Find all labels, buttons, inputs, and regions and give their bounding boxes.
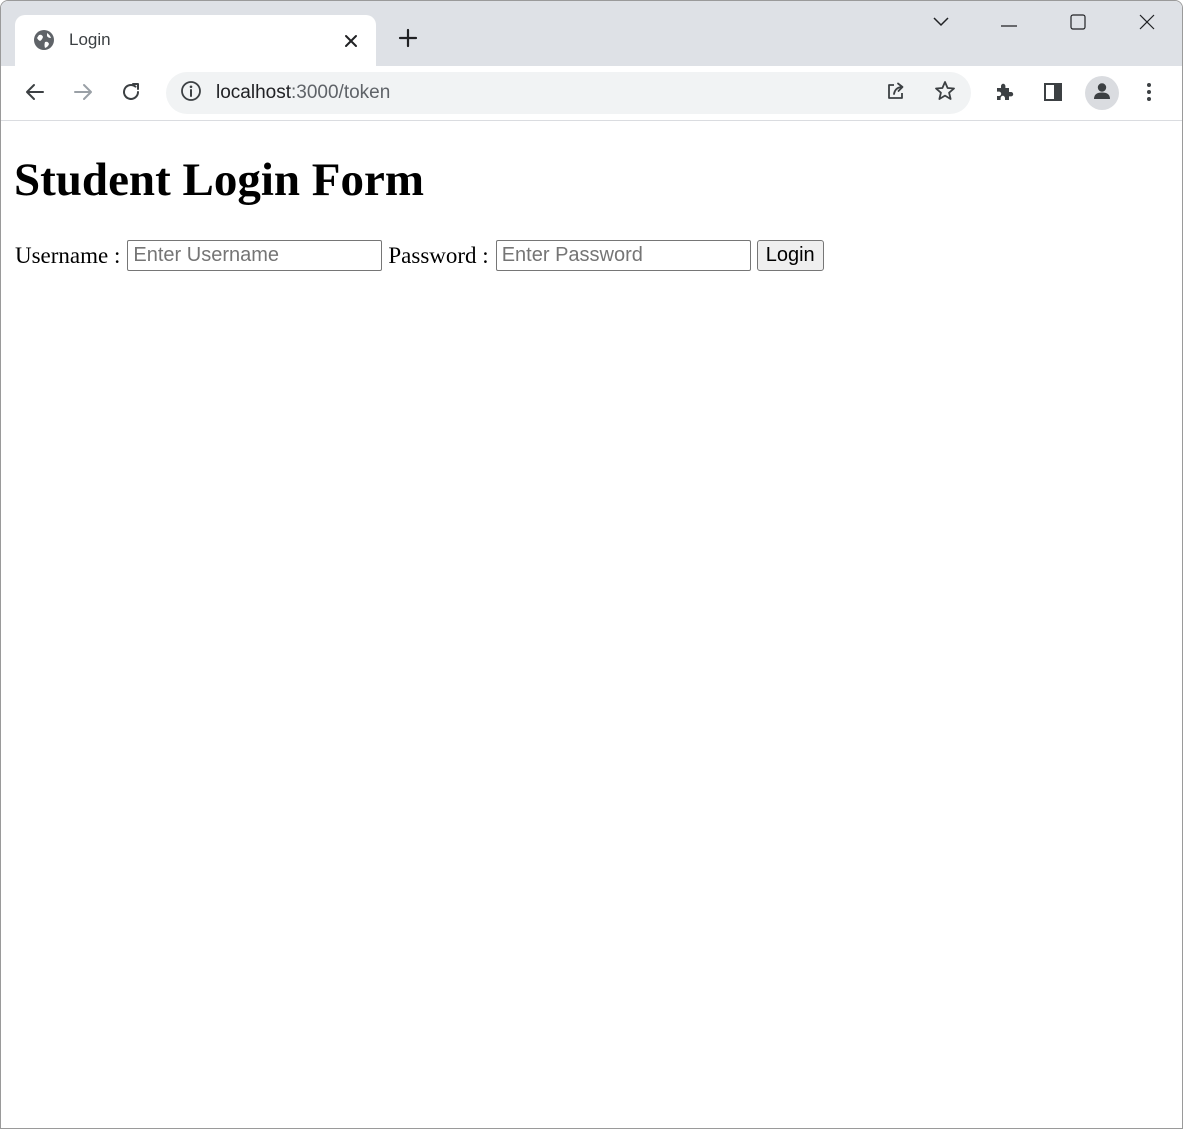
username-label: Username :: [15, 242, 121, 268]
close-window-button[interactable]: [1127, 9, 1167, 39]
minimize-icon: [1000, 15, 1018, 33]
person-icon: [1091, 80, 1113, 107]
extensions-button[interactable]: [989, 78, 1021, 110]
chevron-down-icon: [932, 15, 950, 33]
page-content: Student Login Form Username : Password :…: [1, 121, 1182, 1128]
page-title: Student Login Form: [14, 154, 424, 206]
close-icon[interactable]: [339, 29, 363, 53]
login-button[interactable]: Login: [756, 240, 824, 271]
browser-toolbar: localhost:3000/token: [1, 66, 1182, 121]
maximize-icon: [1069, 13, 1087, 36]
browser-window: Login localhost:3000/token Student Login…: [0, 0, 1183, 1129]
side-panel-button[interactable]: [1037, 78, 1069, 110]
password-input[interactable]: [495, 240, 751, 271]
puzzle-icon: [993, 80, 1017, 109]
maximize-button[interactable]: [1058, 9, 1098, 39]
tab-strip: Login: [1, 1, 1182, 66]
url-path: :3000/token: [291, 82, 391, 103]
tab-title: Login: [69, 30, 111, 49]
back-button[interactable]: [19, 78, 51, 110]
star-icon: [933, 79, 957, 108]
forward-arrow-icon: [71, 80, 95, 109]
login-form: Username : Password : Login: [15, 240, 824, 271]
bookmark-button[interactable]: [930, 78, 960, 108]
share-button[interactable]: [881, 78, 911, 108]
reload-button[interactable]: [115, 78, 147, 110]
info-icon: [180, 80, 202, 107]
globe-icon: [33, 29, 55, 51]
plus-icon: [398, 28, 418, 53]
share-icon: [884, 79, 908, 108]
forward-button[interactable]: [67, 78, 99, 110]
close-icon: [1138, 13, 1156, 36]
tab-login[interactable]: Login: [15, 15, 376, 66]
kebab-menu-icon: [1145, 80, 1153, 109]
side-panel-icon: [1041, 80, 1065, 109]
site-info-button[interactable]: [180, 80, 202, 107]
tab-search-button[interactable]: [921, 9, 961, 39]
username-input[interactable]: [127, 240, 383, 271]
profile-button[interactable]: [1085, 76, 1119, 110]
url-host: localhost: [216, 82, 291, 103]
password-label: Password :: [388, 242, 489, 268]
browser-menu-button[interactable]: [1133, 78, 1165, 110]
address-bar[interactable]: localhost:3000/token: [166, 72, 971, 114]
minimize-button[interactable]: [989, 9, 1029, 39]
reload-icon: [119, 80, 143, 109]
new-tab-button[interactable]: [393, 25, 423, 55]
url-text[interactable]: localhost:3000/token: [216, 82, 390, 104]
back-arrow-icon: [23, 80, 47, 109]
